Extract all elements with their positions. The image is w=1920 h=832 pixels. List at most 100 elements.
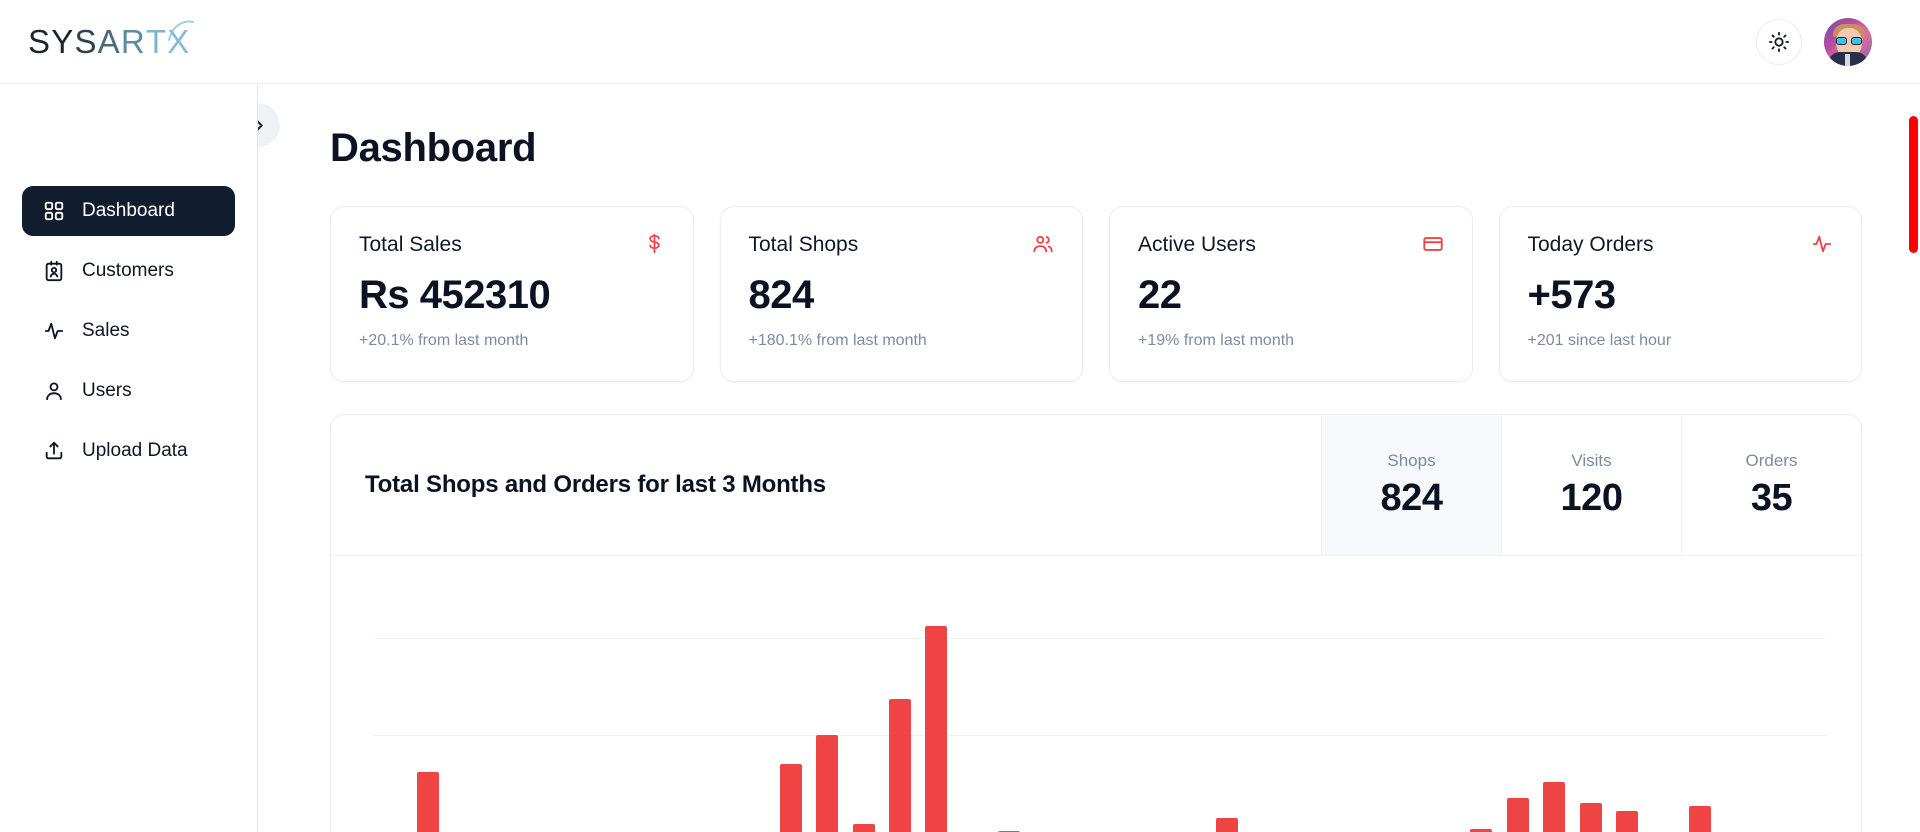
stat-card-total-sales: Total Sales Rs 452310 +20.1% from last m… [330,206,694,382]
tab-value: 35 [1751,477,1792,520]
chart-bar-slot [1245,584,1281,832]
brand-logo[interactable]: S Y S A R T X [28,25,195,58]
stat-card-active-users: Active Users 22 +19% from last month [1109,206,1473,382]
chart-bar-slot [773,584,809,832]
chart-panel: Total Shops and Orders for last 3 Months… [330,414,1862,832]
creditcard-icon [1422,233,1444,255]
bar-chart [331,556,1861,832]
chart-bar-slot [1391,584,1427,832]
chart-bar-slot [482,584,518,832]
stat-card-subtext: +201 since last hour [1528,332,1834,350]
chart-bar-slot [1209,584,1245,832]
stat-card-total-shops: Total Shops 824 +180.1% from last month [720,206,1084,382]
chart-bar-slot [882,584,918,832]
stat-card-value: +573 [1528,273,1834,318]
sidebar-item-customers[interactable]: Customers [22,246,235,296]
chart-bar-slot [1572,584,1608,832]
app-root: S Y S A R T X [0,0,1920,832]
stat-card-value: Rs 452310 [359,273,665,318]
chart-bar[interactable] [1507,798,1529,832]
chart-bar-slot [1100,584,1136,832]
chart-bar[interactable] [780,764,802,832]
stat-card-title: Total Shops [749,233,859,257]
sidebar-item-label: Upload Data [82,440,188,462]
page-scrollbar-track[interactable] [1906,84,1920,832]
chart-bar[interactable] [816,735,838,832]
tab-shops[interactable]: Shops 824 [1321,415,1501,555]
dollar-icon [644,233,665,254]
chart-bar-slot [845,584,881,832]
chart-bar-slot [1500,584,1536,832]
sidebar-item-label: Sales [82,320,130,342]
chart-bar-slot [373,584,409,832]
sidebar-nav: Dashboard Customers [0,186,257,476]
chart-bar-slot [409,584,445,832]
stat-card-header: Active Users [1138,233,1444,257]
page-scrollbar-thumb[interactable] [1909,116,1918,253]
tab-label: Orders [1746,451,1798,471]
chart-bar[interactable] [853,824,875,832]
main-content: Dashboard Total Sales Rs 452310 +20.1% f… [258,84,1920,832]
chart-bar-slot [1681,584,1717,832]
stat-cards: Total Sales Rs 452310 +20.1% from last m… [258,170,1920,382]
theme-toggle-button[interactable] [1756,19,1802,65]
chart-bar-slot [1645,584,1681,832]
logo-letter-x: X [167,25,190,58]
tab-orders[interactable]: Orders 35 [1681,415,1861,555]
chart-bar[interactable] [1689,806,1711,832]
avatar-tie [1845,54,1850,66]
activity-icon [42,319,66,343]
chart-bar[interactable] [1580,803,1602,832]
chart-bar-slot [1754,584,1790,832]
stat-card-subtext: +20.1% from last month [359,332,665,350]
activity-icon [1811,233,1833,255]
chart-bar[interactable] [889,699,911,832]
stat-card-today-orders: Today Orders +573 +201 since last hour [1499,206,1863,382]
chart-title-wrap: Total Shops and Orders for last 3 Months [331,415,1321,555]
logo-letter: Y [51,25,74,58]
chart-bar-slot [518,584,554,832]
chart-bar-slot [1427,584,1463,832]
chart-bar[interactable] [1543,782,1565,832]
sidebar-item-dashboard[interactable]: Dashboard [22,186,235,236]
avatar-glasses [1836,37,1862,45]
sidebar-item-upload-data[interactable]: Upload Data [22,426,235,476]
stat-card-value: 824 [749,273,1055,318]
top-bar-actions [1756,18,1872,66]
chart-panel-header: Total Shops and Orders for last 3 Months… [331,415,1861,556]
tab-value: 824 [1381,477,1443,520]
stat-card-title: Total Sales [359,233,462,257]
chart-bar-slot [1136,584,1172,832]
avatar[interactable] [1824,18,1872,66]
chart-bar-slot [591,584,627,832]
chart-bar[interactable] [1616,811,1638,832]
chart-bars [373,584,1827,832]
chevron-right-icon [258,116,268,135]
tab-label: Shops [1387,451,1435,471]
chart-bar-slot [627,584,663,832]
chart-bar-slot [555,584,591,832]
sun-icon [1768,31,1790,53]
chart-bar-slot [991,584,1027,832]
tab-visits[interactable]: Visits 120 [1501,415,1681,555]
sidebar-item-sales[interactable]: Sales [22,306,235,356]
stat-card-title: Today Orders [1528,233,1654,257]
sidebar-item-users[interactable]: Users [22,366,235,416]
chart-bar-slot [736,584,772,832]
contact-icon [42,259,66,283]
logo-letter: R [121,25,146,58]
stat-card-subtext: +19% from last month [1138,332,1444,350]
chart-metric-tabs: Shops 824 Visits 120 Orders 35 [1321,415,1861,555]
chart-bar[interactable] [417,772,439,832]
stat-card-header: Today Orders [1528,233,1834,257]
chart-bar-slot [1027,584,1063,832]
stat-card-subtext: +180.1% from last month [749,332,1055,350]
sidebar: Dashboard Customers [0,84,258,832]
top-bar: S Y S A R T X [0,0,1920,84]
chart-bar[interactable] [925,626,947,832]
chart-bar-slot [918,584,954,832]
logo-letter: S [74,25,97,58]
logo-letter: S [28,25,51,58]
chart-bar[interactable] [1216,818,1238,832]
chart-bar-slot [955,584,991,832]
